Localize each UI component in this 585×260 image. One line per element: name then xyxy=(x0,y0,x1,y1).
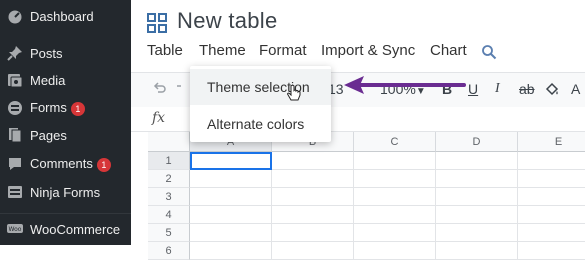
sidebar-item-woocommerce[interactable]: Woo WooCommerce xyxy=(0,215,131,243)
grid-cell[interactable] xyxy=(518,170,585,188)
grid-cell[interactable] xyxy=(272,188,354,206)
menu-theme[interactable]: Theme xyxy=(199,42,246,59)
grid-cell[interactable] xyxy=(436,206,518,224)
sidebar-item-comments[interactable]: Comments 1 xyxy=(0,150,131,178)
pages-icon xyxy=(7,127,23,143)
table-menu-bar: Table Theme Format Import & Sync Chart xyxy=(131,42,585,64)
grid-cell[interactable] xyxy=(190,170,272,188)
sidebar-item-label: Ninja Forms xyxy=(30,184,101,200)
underline-button[interactable]: U xyxy=(468,81,478,97)
row-header[interactable]: 5 xyxy=(148,224,190,242)
sidebar-item-label: WooCommerce xyxy=(30,221,121,237)
grid-cell[interactable] xyxy=(190,206,272,224)
column-header[interactable]: E xyxy=(518,132,585,152)
text-color-button[interactable]: A xyxy=(571,81,580,97)
sidebar-item-forms[interactable]: Forms 1 xyxy=(0,94,131,122)
sidebar-item-label: Media xyxy=(30,72,66,88)
grid-cell[interactable] xyxy=(354,188,436,206)
notification-badge: 1 xyxy=(70,101,85,116)
menu-import-sync[interactable]: Import & Sync xyxy=(321,42,415,59)
menu-chart[interactable]: Chart xyxy=(430,42,467,59)
grid-cell[interactable] xyxy=(354,170,436,188)
main-content: New table Table Theme Format Import & Sy… xyxy=(131,0,585,260)
notification-badge: 1 xyxy=(96,157,111,172)
sidebar-item-label: Dashboard xyxy=(30,8,94,24)
fill-color-icon[interactable] xyxy=(544,81,560,100)
search-icon[interactable] xyxy=(481,44,497,60)
grid-cell[interactable] xyxy=(190,188,272,206)
page-title: New table xyxy=(177,8,278,33)
sidebar-item-dashboard[interactable]: Dashboard xyxy=(0,2,131,30)
sidebar-item-label-text: Forms xyxy=(30,100,67,116)
grid-cell[interactable] xyxy=(272,170,354,188)
admin-sidebar: Dashboard Posts Media Forms 1 Pages Comme… xyxy=(0,0,131,245)
strikethrough-button[interactable]: ab xyxy=(519,81,535,97)
menu-item-theme-selection[interactable]: Theme selection xyxy=(190,69,331,105)
redo-icon[interactable] xyxy=(177,81,185,98)
sidebar-separator xyxy=(0,213,131,214)
menu-item-alternate-colors[interactable]: Alternate colors xyxy=(190,106,331,142)
hand-cursor-icon xyxy=(286,84,301,101)
sidebar-item-label: Forms 1 xyxy=(30,100,85,116)
grid-cell[interactable] xyxy=(436,152,518,170)
sidebar-item-label: Posts xyxy=(30,45,63,61)
grid-cell[interactable] xyxy=(436,224,518,242)
grid-cell[interactable] xyxy=(354,206,436,224)
grid-cell[interactable] xyxy=(518,188,585,206)
undo-icon[interactable] xyxy=(153,81,167,98)
sidebar-item-label: Pages xyxy=(30,127,67,143)
grid-cell[interactable] xyxy=(272,152,354,170)
grid-corner[interactable] xyxy=(148,132,190,152)
sidebar-item-ninja-forms[interactable]: Ninja Forms xyxy=(0,178,131,206)
dashboard-icon xyxy=(7,8,23,24)
grid-cell[interactable] xyxy=(190,224,272,242)
media-icon xyxy=(7,72,23,88)
row-header[interactable]: 2 xyxy=(148,170,190,188)
theme-dropdown-menu: Theme selection Alternate colors xyxy=(190,66,331,142)
grid-cell[interactable] xyxy=(354,224,436,242)
grid-cell[interactable] xyxy=(272,224,354,242)
function-icon: fx xyxy=(152,110,166,126)
selected-cell[interactable] xyxy=(190,152,272,170)
menu-format[interactable]: Format xyxy=(259,42,307,59)
svg-text:Woo: Woo xyxy=(9,226,22,233)
grid-cell[interactable] xyxy=(436,170,518,188)
comments-icon xyxy=(7,156,23,172)
grid-cell[interactable] xyxy=(518,224,585,242)
sidebar-item-label: Comments 1 xyxy=(30,156,111,172)
grid-cell[interactable] xyxy=(354,152,436,170)
sidebar-item-pages[interactable]: Pages xyxy=(0,121,131,149)
row-header[interactable]: 1 xyxy=(148,152,190,170)
sidebar-item-media[interactable]: Media xyxy=(0,66,131,94)
grid-cell[interactable] xyxy=(518,152,585,170)
menu-table[interactable]: Table xyxy=(147,42,183,59)
row-header[interactable]: 4 xyxy=(148,206,190,224)
ninja-forms-icon xyxy=(7,184,23,200)
grid-cell[interactable] xyxy=(436,188,518,206)
table-grid-icon xyxy=(147,13,167,33)
pin-icon xyxy=(7,45,23,61)
sidebar-item-label-text: Comments xyxy=(30,156,93,172)
grid-cell[interactable] xyxy=(272,206,354,224)
grid-cell[interactable] xyxy=(518,206,585,224)
row-header[interactable]: 3 xyxy=(148,188,190,206)
italic-button[interactable]: I xyxy=(495,81,500,97)
woocommerce-icon: Woo xyxy=(7,221,23,237)
annotation-arrow-icon xyxy=(344,76,466,94)
column-header[interactable]: C xyxy=(354,132,436,152)
forms-icon xyxy=(7,100,23,116)
column-header[interactable]: D xyxy=(436,132,518,152)
sidebar-item-posts[interactable]: Posts xyxy=(0,39,131,67)
